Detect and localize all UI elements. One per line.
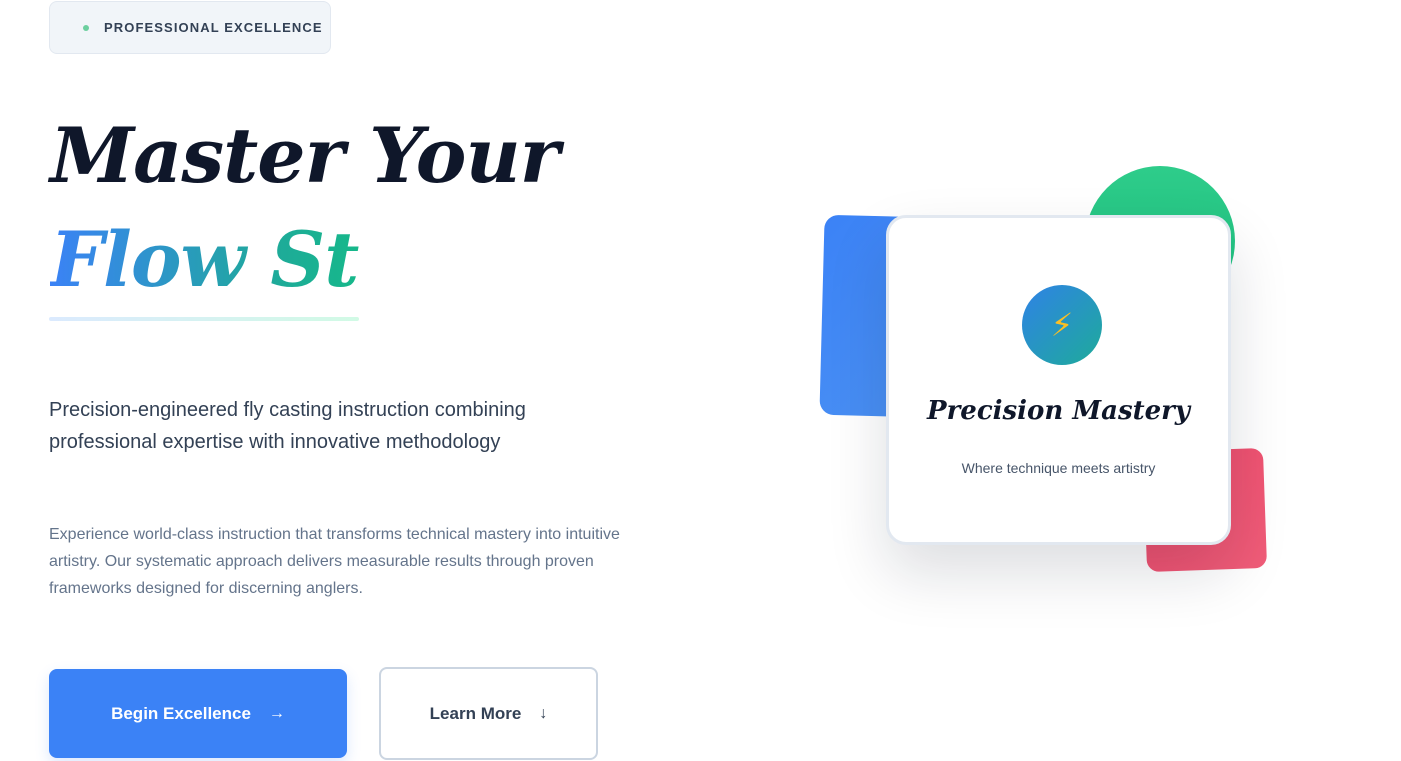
card-subtitle: Where technique meets artistry bbox=[961, 460, 1156, 476]
status-dot bbox=[83, 24, 89, 31]
arrow-right-icon: → bbox=[268, 704, 285, 722]
badge-label: PROFESSIONAL EXCELLENCE bbox=[104, 20, 323, 35]
learn-more-button[interactable]: Learn More ↓ bbox=[379, 667, 598, 760]
precision-mastery-card: ⚡ Precision Mastery Where technique meet… bbox=[886, 215, 1231, 545]
headline-underline bbox=[49, 317, 359, 321]
card-title: Precision Mastery bbox=[927, 396, 1190, 426]
headline-line-2-wrapper: Flow State bbox=[50, 212, 359, 312]
begin-excellence-label: Begin Excellence bbox=[111, 703, 251, 723]
hero-section: PROFESSIONAL EXCELLENCE Master Your Flow… bbox=[0, 0, 1401, 761]
headline-line-2: Flow State bbox=[50, 212, 359, 308]
body-paragraph: Experience world-class instruction that … bbox=[49, 526, 620, 597]
lead-paragraph: Precision-engineered fly casting instruc… bbox=[49, 399, 526, 453]
arrow-down-icon: ↓ bbox=[539, 704, 548, 722]
learn-more-label: Learn More bbox=[429, 703, 522, 723]
headline-line-1: Master Your bbox=[50, 111, 560, 200]
professional-badge: PROFESSIONAL EXCELLENCE bbox=[49, 1, 331, 54]
begin-excellence-button[interactable]: Begin Excellence → bbox=[49, 669, 347, 758]
lightning-icon: ⚡ bbox=[1022, 285, 1102, 365]
